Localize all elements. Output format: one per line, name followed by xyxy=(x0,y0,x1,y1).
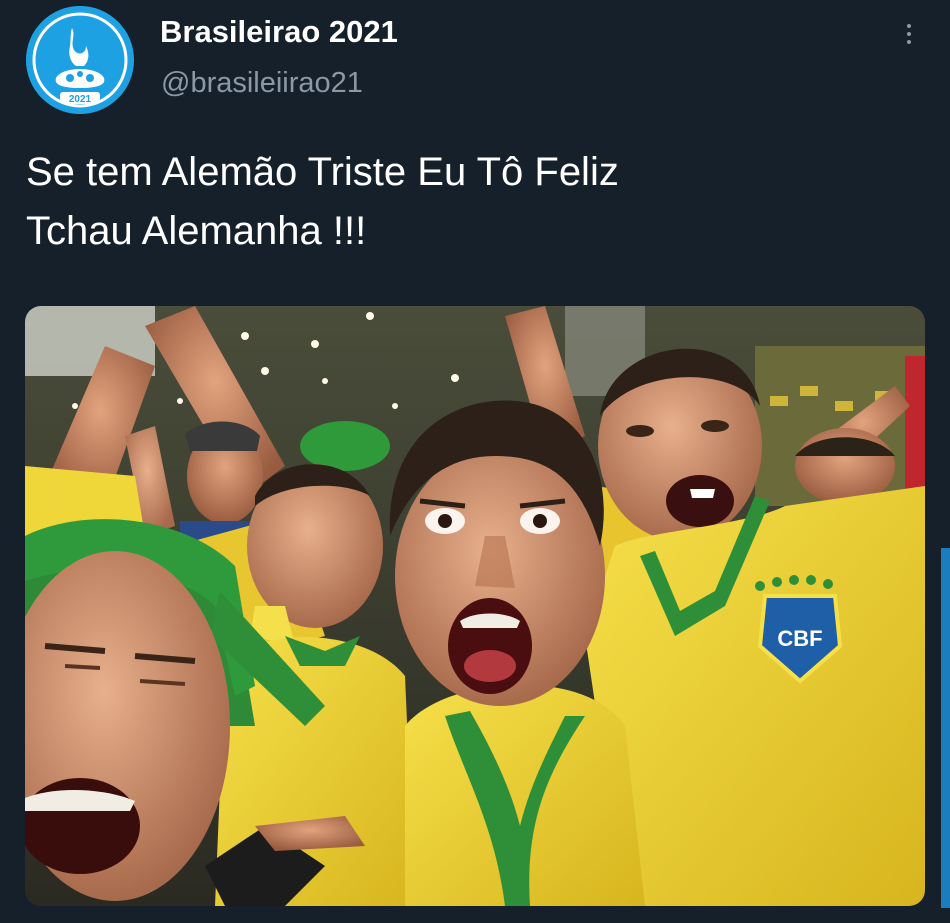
author-avatar[interactable]: 2021 xyxy=(26,6,134,114)
more-options-button[interactable] xyxy=(893,14,925,54)
svg-text:2021: 2021 xyxy=(69,94,92,105)
tweet-card: 2021 Brasileirao 2021 @brasileiirao21 Se… xyxy=(0,0,950,923)
author-display-name[interactable]: Brasileirao 2021 xyxy=(160,14,398,50)
celebrating-fans-photo: CBF xyxy=(25,306,925,906)
scrollbar[interactable] xyxy=(941,548,950,908)
tweet-text-line: Tchau Alemanha !!! xyxy=(26,209,367,253)
brasileirao-logo-icon: 2021 xyxy=(26,6,134,114)
ellipsis-dot xyxy=(907,40,911,44)
vertical-ellipsis-icon xyxy=(907,24,911,28)
ellipsis-dot xyxy=(907,32,911,36)
tweet-photo[interactable]: CBF xyxy=(25,306,925,906)
tweet-text-line: Se tem Alemão Triste Eu Tô Feliz xyxy=(26,150,619,194)
tweet-text: Se tem Alemão Triste Eu Tô Feliz Tchau A… xyxy=(26,143,906,261)
svg-text:CBF: CBF xyxy=(777,626,822,651)
author-handle[interactable]: @brasileiirao21 xyxy=(161,67,363,100)
